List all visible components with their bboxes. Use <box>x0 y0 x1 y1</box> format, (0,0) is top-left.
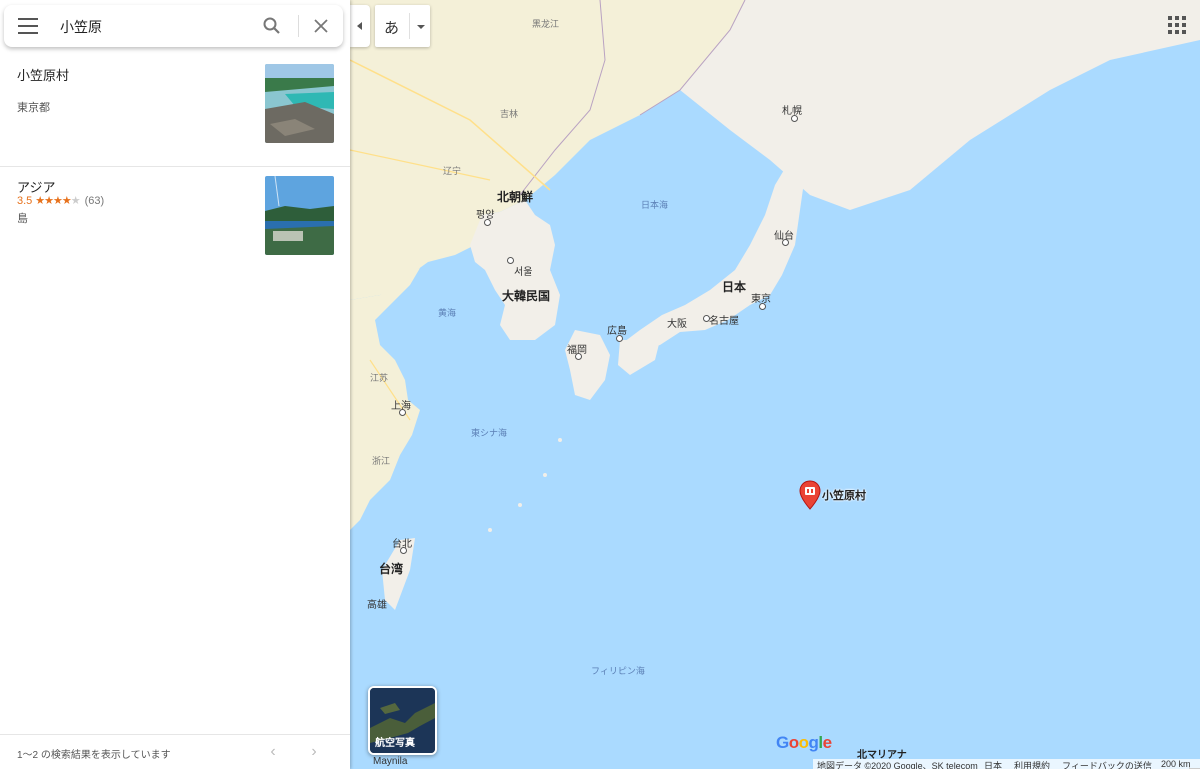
result-thumbnail <box>265 176 334 255</box>
maps-app: 黑龙江 吉林 辽宁 北朝鮮 평양 서울 大韓民国 黄海 日本海 札幌 仙台 日本… <box>0 0 1200 769</box>
city-dot-fukuoka <box>575 353 582 360</box>
label-yellow-sea: 黄海 <box>438 308 457 318</box>
result-item[interactable]: 小笠原村 東京都 <box>0 50 350 166</box>
searchbox-divider <box>298 15 299 37</box>
label-philippine-sea: フィリピン海 <box>591 666 645 676</box>
label-east-china-sea: 東シナ海 <box>471 428 508 438</box>
terms-link[interactable]: 利用規約 <box>1014 759 1050 769</box>
map-canvas[interactable]: 黑龙江 吉林 辽宁 北朝鮮 평양 서울 大韓民国 黄海 日本海 札幌 仙台 日本… <box>350 0 1200 769</box>
city-dot-shanghai <box>399 409 406 416</box>
search-icon[interactable] <box>262 16 282 36</box>
label-kaohsiung: 高雄 <box>367 600 387 611</box>
marker-label[interactable]: 小笠原村 <box>822 487 866 503</box>
place-marker-pin-icon[interactable] <box>799 480 821 510</box>
input-tools-button[interactable]: あ <box>375 5 430 47</box>
label-seoul: 서울 <box>514 267 533 278</box>
attribution-bar: 地図データ ©2020 Google、SK telecom 日本 利用規約 フィ… <box>813 759 1200 769</box>
label-nagoya: 名古屋 <box>709 316 739 327</box>
result-thumbnail <box>265 64 334 143</box>
label-zhejiang: 浙江 <box>372 456 391 466</box>
close-icon[interactable] <box>311 16 331 36</box>
menu-icon[interactable] <box>18 18 38 34</box>
result-subtitle: 東京都 <box>17 102 50 114</box>
label-japan: 日本 <box>722 280 747 294</box>
label-jiangsu: 江苏 <box>370 373 389 383</box>
result-item[interactable]: アジア 3.5 ★★★★★ (63) 島 <box>0 167 350 267</box>
satellite-label: 航空写真 <box>375 738 415 749</box>
label-north-korea: 北朝鮮 <box>497 190 534 204</box>
collapse-sidebar-button[interactable] <box>350 5 370 47</box>
result-subtitle: 島 <box>17 213 28 225</box>
rating-value: 3.5 <box>17 195 33 207</box>
label-manila: Maynila <box>373 756 408 767</box>
city-dot-tokyo <box>759 303 766 310</box>
dropdown-arrow-icon[interactable] <box>417 25 425 29</box>
feedback-link[interactable]: フィードバックの送信 <box>1062 759 1152 769</box>
label-south-korea: 大韓民国 <box>502 289 551 303</box>
label-osaka: 大阪 <box>667 319 687 330</box>
rating-stars-icon: ★★★★ <box>35 195 71 207</box>
input-tool-divider <box>409 13 410 39</box>
city-dot-sendai <box>782 239 789 246</box>
city-dot-sapporo <box>791 115 798 122</box>
rating-count: (63) <box>84 195 105 207</box>
chevron-left-icon <box>357 22 362 30</box>
sidebar: 小笠原村 東京都 アジア 3.5★★★★★(63) 島 <box>0 0 350 769</box>
search-input[interactable] <box>58 13 252 41</box>
results-count-text: 1〜2 の検索結果を表示しています <box>17 750 171 761</box>
label-heilongjiang: 黑龙江 <box>532 19 560 29</box>
map-graphics <box>350 0 1200 769</box>
label-jilin: 吉林 <box>500 109 519 119</box>
searchbox <box>4 5 343 47</box>
result-title: 小笠原村 <box>17 68 70 83</box>
google-logo: Google <box>776 733 832 752</box>
results-footer: 1〜2 の検索結果を表示しています ‹ › <box>0 734 350 769</box>
label-liaoning: 辽宁 <box>443 166 462 176</box>
input-tool-label: あ <box>384 20 400 37</box>
label-sea-of-japan: 日本海 <box>641 200 669 210</box>
city-dot-seoul <box>507 257 514 264</box>
apps-grid-icon[interactable] <box>1168 16 1186 34</box>
city-dot-hiroshima <box>616 335 623 342</box>
result-rating: 3.5 ★★★★★ (63) <box>17 194 104 207</box>
rating-star-empty-icon: ★ <box>70 195 81 207</box>
country-link[interactable]: 日本 <box>984 759 1002 769</box>
next-page-icon[interactable]: › <box>306 744 322 760</box>
map-data-credit: 地図データ ©2020 Google、SK telecom <box>817 761 978 769</box>
label-pyongyang: 평양 <box>476 210 495 221</box>
satellite-toggle-button[interactable]: 航空写真 <box>368 686 437 755</box>
city-dot-taipei <box>400 547 407 554</box>
prev-page-icon[interactable]: ‹ <box>265 744 281 760</box>
scale-label[interactable]: 200 km <box>1161 759 1191 769</box>
label-taiwan: 台湾 <box>379 562 404 576</box>
